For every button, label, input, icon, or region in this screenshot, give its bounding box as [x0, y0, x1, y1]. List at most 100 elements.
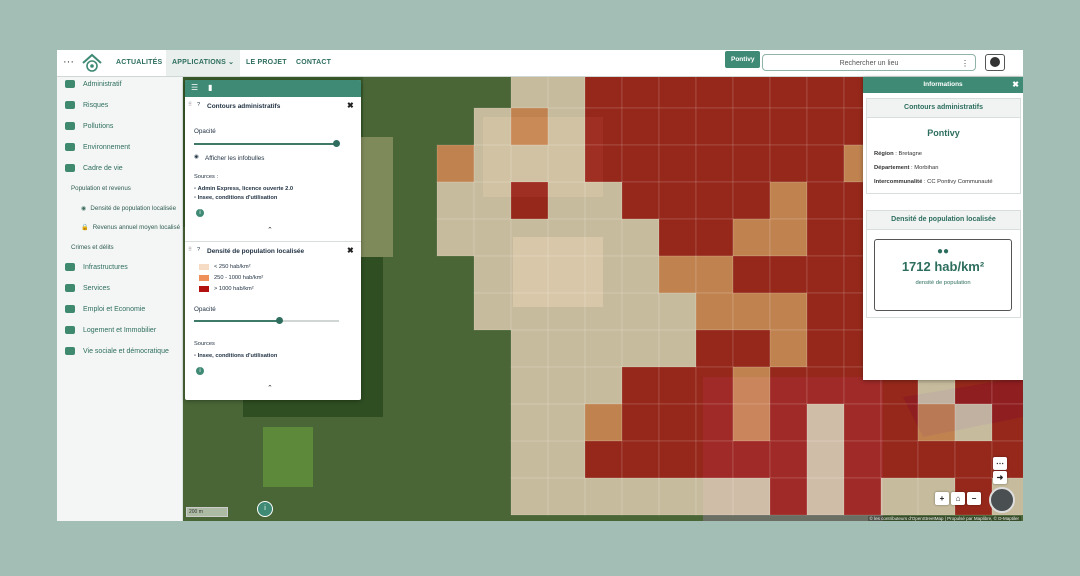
zoom-in-button[interactable]: +: [935, 492, 949, 505]
sidebar-item-logement[interactable]: Logement et Immobilier: [65, 324, 156, 338]
sidebar-subitem-label: Revenus annuel moyen localisé: [92, 224, 181, 231]
info-icon[interactable]: i: [196, 367, 204, 375]
density-cell: [658, 77, 697, 109]
source-item: ▫ Insee, conditions d'utilisation: [194, 195, 278, 201]
close-icon[interactable]: ✖: [1012, 77, 1019, 93]
info-button[interactable]: i: [257, 501, 273, 517]
density-cell: [954, 440, 993, 479]
nav-contact[interactable]: CONTACT: [296, 50, 331, 76]
density-cell: [769, 403, 808, 442]
close-icon[interactable]: ✖: [347, 101, 354, 110]
nav-applications-label: APPLICATIONS: [172, 59, 226, 66]
sidebar-subheading-population[interactable]: Population et revenus: [71, 183, 131, 195]
share-icon[interactable]: ➜: [993, 471, 1007, 484]
user-account-button[interactable]: [985, 54, 1005, 71]
density-cell: [695, 144, 734, 183]
home-icon[interactable]: ⌂: [951, 492, 965, 505]
density-cell: [584, 107, 623, 146]
density-cell: [695, 77, 734, 109]
density-cell: [769, 77, 808, 109]
sidebar-item-environnement[interactable]: Environnement: [65, 141, 130, 155]
sidebar-item-administratif[interactable]: Administratif: [65, 78, 122, 92]
admin-card-title: Contours administratifs: [867, 99, 1020, 118]
sidebar-item-revenus[interactable]: 🔒 Revenus annuel moyen localisé: [81, 222, 180, 234]
nav-applications[interactable]: APPLICATIONS ⌄: [166, 50, 241, 76]
density-card-title: Densité de population localisée: [867, 211, 1020, 230]
sidebar-item-label: Risques: [83, 102, 109, 109]
zoom-out-button[interactable]: −: [967, 492, 981, 505]
density-cell: [510, 107, 549, 146]
nav-actualites[interactable]: ACTUALITÉS: [116, 50, 162, 76]
density-cell: [473, 292, 512, 331]
source-text: Admin Express, licence ouverte 2.0: [197, 186, 294, 192]
nav-le-projet[interactable]: LE PROJET: [246, 50, 287, 76]
opacity-slider-thumb[interactable]: [276, 317, 283, 324]
sidebar: Administratif Risques Pollutions Environ…: [57, 77, 183, 521]
density-cell: [732, 107, 771, 146]
radio-icon[interactable]: ◉: [194, 154, 199, 160]
drag-handle-icon[interactable]: ⠿: [188, 247, 192, 253]
sidebar-item-emploi[interactable]: Emploi et Economie: [65, 303, 145, 317]
density-cell: [584, 181, 623, 220]
opacity-slider-thumb[interactable]: [333, 140, 340, 147]
density-cell: [695, 107, 734, 146]
sidebar-item-cadre-de-vie[interactable]: Cadre de vie: [65, 162, 123, 176]
menu-dots-icon[interactable]: ···: [63, 56, 74, 68]
sidebar-item-pollutions[interactable]: Pollutions: [65, 120, 113, 134]
density-cell: [806, 329, 845, 368]
logo[interactable]: [81, 53, 103, 73]
density-cell: [436, 144, 475, 183]
opacity-slider-densite[interactable]: [194, 320, 279, 322]
search-options-icon[interactable]: ⋮: [961, 55, 969, 72]
sidebar-item-services[interactable]: Services: [65, 282, 110, 296]
density-cell: [843, 440, 882, 479]
location-tag[interactable]: Pontivy: [725, 51, 761, 68]
infobulles-toggle[interactable]: Afficher les infobulles: [205, 155, 264, 162]
collapse-chevron-icon[interactable]: ⌃: [267, 226, 273, 234]
density-value: 1712 hab/km²: [901, 259, 985, 274]
close-icon[interactable]: ✖: [347, 246, 354, 255]
list-icon[interactable]: ☰: [191, 84, 199, 92]
collapse-chevron-icon[interactable]: ⌃: [267, 384, 273, 392]
density-cell: [658, 477, 697, 516]
drag-handle-icon[interactable]: ⠿: [188, 102, 192, 108]
app-window: ··· ACTUALITÉS APPLICATIONS ⌄ LE PROJET …: [57, 50, 1023, 521]
worker-icon: [65, 305, 75, 314]
sidebar-item-label: Administratif: [83, 81, 122, 88]
density-cell: [510, 366, 549, 405]
help-icon[interactable]: ?: [197, 247, 200, 253]
antenna-icon: [65, 263, 75, 272]
density-cell: [732, 218, 771, 257]
info-icon[interactable]: i: [196, 209, 204, 217]
people-icon: ●●: [936, 246, 950, 257]
density-cell: [510, 477, 549, 516]
sidebar-item-infrastructures[interactable]: Infrastructures: [65, 261, 128, 275]
search-input[interactable]: Rechercher un lieu ⋮: [762, 54, 976, 71]
information-title: Informations: [923, 81, 963, 88]
row-value: Bretagne: [898, 151, 923, 157]
density-cell: [510, 77, 549, 109]
sidebar-item-label: Pollutions: [83, 123, 114, 130]
density-cell: [621, 255, 660, 294]
density-cell: [954, 403, 993, 442]
density-cell: [769, 292, 808, 331]
source-item: ▫ Admin Express, licence ouverte 2.0: [194, 186, 294, 192]
opacity-slider-track[interactable]: [279, 320, 339, 322]
legend-swatch-low: [199, 264, 209, 270]
density-cell: [621, 292, 660, 331]
density-cell: [547, 440, 586, 479]
basket-icon: [65, 284, 75, 293]
opacity-slider-contours[interactable]: [194, 143, 338, 145]
sidebar-item-risques[interactable]: Risques: [65, 99, 108, 113]
density-cell: [732, 144, 771, 183]
sidebar-item-vie-sociale[interactable]: Vie sociale et démocratique: [65, 345, 169, 359]
trash-icon[interactable]: ▮: [208, 84, 216, 92]
sidebar-item-densite[interactable]: ◉ Densité de population localisée: [81, 203, 176, 215]
density-cell: [769, 144, 808, 183]
globe-view-button[interactable]: [989, 487, 1015, 513]
source-text: Insee, conditions d'utilisation: [197, 353, 278, 359]
compass-control[interactable]: ⋯: [993, 457, 1007, 470]
help-icon[interactable]: ?: [197, 102, 200, 108]
sidebar-subheading-crimes[interactable]: Crimes et délits: [71, 242, 114, 254]
density-cell: [806, 218, 845, 257]
